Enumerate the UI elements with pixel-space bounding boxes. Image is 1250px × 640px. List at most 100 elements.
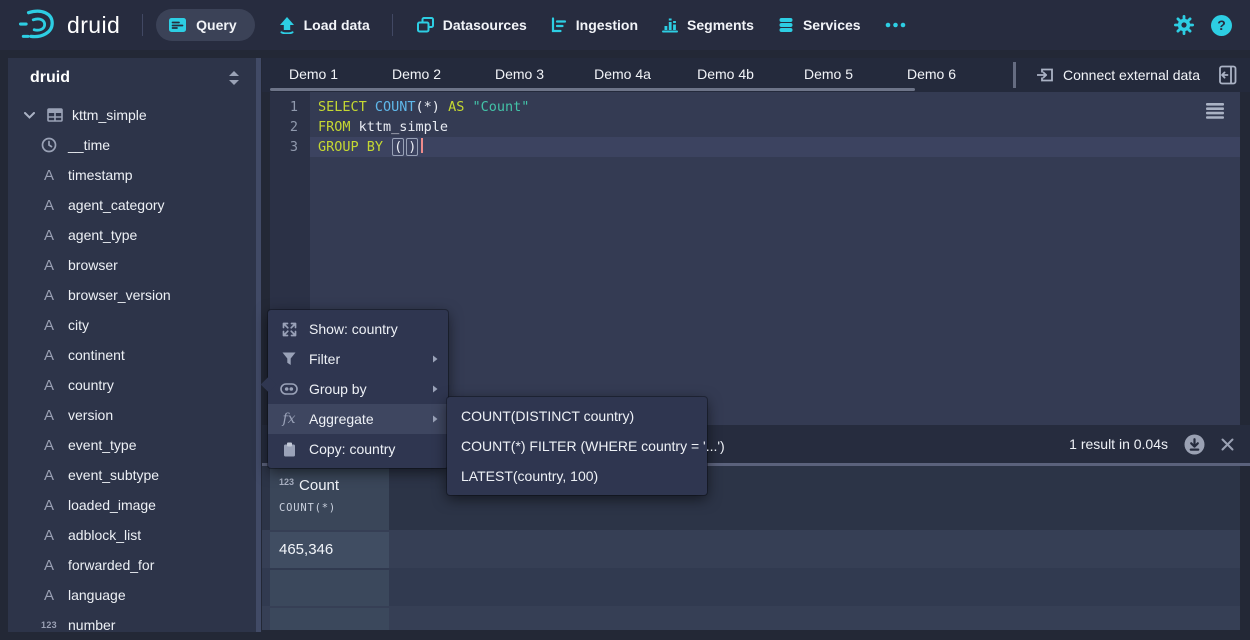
help-glyph: ? bbox=[1217, 17, 1226, 33]
menu-item-show-country[interactable]: Show: country bbox=[268, 314, 448, 344]
sidebar-item-agent-type[interactable]: A agent_type bbox=[8, 220, 256, 250]
tab-demo-1[interactable]: Demo 1 bbox=[262, 58, 365, 91]
column-name: number bbox=[68, 617, 115, 632]
tab-demo-2[interactable]: Demo 2 bbox=[365, 58, 468, 91]
sidebar-item-kttm-simple[interactable]: kttm_simple bbox=[8, 100, 256, 130]
sidebar-item-time[interactable]: __time bbox=[8, 130, 256, 160]
result-row-stripe bbox=[262, 530, 1240, 568]
nav-datasources-label: Datasources bbox=[443, 17, 527, 33]
nav-load-data[interactable]: Load data bbox=[279, 17, 370, 34]
sidebar-item-city[interactable]: A city bbox=[8, 310, 256, 340]
sidebar-item-event-subtype[interactable]: A event_subtype bbox=[8, 460, 256, 490]
column-name: adblock_list bbox=[68, 527, 141, 543]
nav-services-label: Services bbox=[803, 17, 861, 33]
help-icon[interactable]: ? bbox=[1211, 15, 1232, 36]
menu-item-label: Group by bbox=[309, 381, 367, 397]
sidebar-item-language[interactable]: A language bbox=[8, 580, 256, 610]
menu-item-aggregate[interactable]: fx Aggregate bbox=[268, 404, 448, 434]
nav-services[interactable]: Services bbox=[778, 17, 861, 33]
editor-menu-button[interactable] bbox=[1206, 103, 1224, 119]
caret-right-icon bbox=[432, 354, 438, 364]
schema-header: druid bbox=[8, 58, 256, 98]
sidebar-item-version[interactable]: A version bbox=[8, 400, 256, 430]
number-type-icon: 123 bbox=[279, 477, 294, 487]
submenu-item-latest[interactable]: LATEST(country, 100) bbox=[447, 461, 707, 491]
insert-icon bbox=[1037, 67, 1054, 83]
result-cell-empty bbox=[270, 608, 389, 630]
sql-token: "Count" bbox=[472, 99, 529, 115]
sidebar-item-browser-version[interactable]: A browser_version bbox=[8, 280, 256, 310]
menu-item-label: Copy: country bbox=[309, 441, 395, 457]
gear-icon[interactable] bbox=[1174, 15, 1194, 35]
druid-console: druid Query Load data Datasources bbox=[0, 0, 1250, 640]
nav-datasources[interactable]: Datasources bbox=[417, 17, 527, 33]
nav-load-data-label: Load data bbox=[304, 17, 370, 33]
brand-name: druid bbox=[67, 12, 120, 39]
open-panel-button[interactable] bbox=[1219, 65, 1237, 85]
string-type-icon: A bbox=[44, 557, 54, 574]
sidebar-item-agent-category[interactable]: A agent_category bbox=[8, 190, 256, 220]
line-number: 1 bbox=[270, 97, 310, 117]
string-type-icon: A bbox=[44, 527, 54, 544]
column-name: event_subtype bbox=[68, 467, 159, 483]
string-type-icon: A bbox=[44, 227, 54, 244]
sidebar-resize-handle[interactable] bbox=[256, 58, 261, 632]
sidebar-item-loaded-image[interactable]: A loaded_image bbox=[8, 490, 256, 520]
string-type-icon: A bbox=[44, 587, 54, 604]
menu-item-copy-country[interactable]: Copy: country bbox=[268, 434, 448, 464]
result-row-stripe bbox=[262, 606, 1240, 630]
sql-token: FROM bbox=[318, 119, 359, 135]
sql-token: ( bbox=[392, 138, 404, 156]
table-icon bbox=[47, 108, 63, 122]
sql-code: SELECT COUNT(*) AS "Count" FROM kttm_sim… bbox=[310, 97, 529, 157]
text-cursor bbox=[421, 138, 423, 153]
result-status: 1 result in 0.04s bbox=[1069, 436, 1168, 452]
sidebar-item-number[interactable]: 123 number bbox=[8, 610, 256, 632]
download-icon[interactable] bbox=[1184, 434, 1205, 455]
sidebar-item-continent[interactable]: A continent bbox=[8, 340, 256, 370]
string-type-icon: A bbox=[44, 197, 54, 214]
column-name: browser bbox=[68, 257, 118, 273]
submenu-item-count-filter[interactable]: COUNT(*) FILTER (WHERE country = '...') bbox=[447, 431, 707, 461]
tab-demo-4a[interactable]: Demo 4a bbox=[571, 58, 674, 91]
sidebar-item-adblock-list[interactable]: A adblock_list bbox=[8, 520, 256, 550]
tab-demo-3[interactable]: Demo 3 bbox=[468, 58, 571, 91]
sidebar-item-timestamp[interactable]: A timestamp bbox=[8, 160, 256, 190]
more-button[interactable] bbox=[885, 22, 906, 28]
code-line-1: SELECT COUNT(*) AS "Count" bbox=[318, 97, 529, 117]
nav-query[interactable]: Query bbox=[156, 9, 254, 41]
connect-external-data-button[interactable]: Connect external data bbox=[1037, 58, 1200, 92]
string-type-icon: A bbox=[44, 497, 54, 514]
sidebar-item-event-type[interactable]: A event_type bbox=[8, 430, 256, 460]
maximize-icon bbox=[282, 322, 297, 337]
sidebar-item-forwarded-for[interactable]: A forwarded_for bbox=[8, 550, 256, 580]
menu-item-filter[interactable]: Filter bbox=[268, 344, 448, 374]
tab-demo-5[interactable]: Demo 5 bbox=[777, 58, 880, 91]
tab-scrollbar-thumb[interactable] bbox=[270, 88, 915, 91]
sidebar-item-browser[interactable]: A browser bbox=[8, 250, 256, 280]
sql-token: AS bbox=[448, 99, 472, 115]
sidebar-item-country[interactable]: A country bbox=[8, 370, 256, 400]
column-name: event_type bbox=[68, 437, 137, 453]
close-icon[interactable] bbox=[1221, 438, 1234, 451]
column-name: forwarded_for bbox=[68, 557, 154, 573]
database-icon bbox=[778, 17, 794, 33]
submenu-item-count-distinct[interactable]: COUNT(DISTINCT country) bbox=[447, 401, 707, 431]
top-navbar: druid Query Load data Datasources bbox=[0, 0, 1250, 50]
column-name: version bbox=[68, 407, 113, 423]
tab-demo-6[interactable]: Demo 6 bbox=[880, 58, 983, 91]
result-cell-count[interactable]: 465,346 bbox=[270, 532, 389, 568]
nav-ingestion[interactable]: Ingestion bbox=[551, 17, 638, 33]
menu-item-group-by[interactable]: Group by bbox=[268, 374, 448, 404]
caret-right-icon bbox=[432, 384, 438, 394]
double-caret-vertical-icon[interactable] bbox=[228, 70, 240, 86]
navbar-divider bbox=[392, 14, 393, 36]
result-column-header[interactable]: 123Count COUNT(*) bbox=[270, 468, 389, 530]
nav-segments[interactable]: Segments bbox=[662, 17, 754, 33]
column-name: agent_category bbox=[68, 197, 165, 213]
result-row-stripe bbox=[262, 568, 1240, 606]
tab-demo-4b[interactable]: Demo 4b bbox=[674, 58, 777, 91]
aggregate-submenu: COUNT(DISTINCT country) COUNT(*) FILTER … bbox=[447, 397, 707, 495]
string-type-icon: A bbox=[44, 467, 54, 484]
results-table: 123Count COUNT(*) 465,346 bbox=[262, 466, 1240, 630]
